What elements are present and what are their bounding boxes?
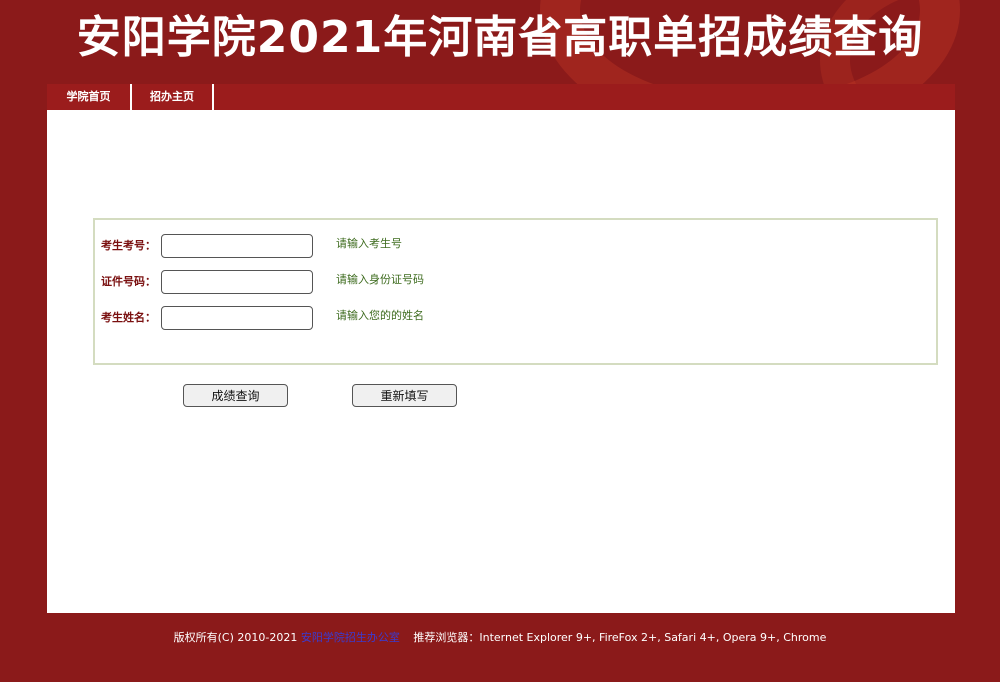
nav-bar: 学院首页 招办主页	[47, 84, 955, 110]
name-hint: 请输入您的的姓名	[336, 309, 424, 322]
name-input[interactable]	[161, 306, 313, 330]
id-number-input[interactable]	[161, 270, 313, 294]
nav-item-college-home[interactable]: 学院首页	[47, 84, 132, 110]
footer: 版权所有(C) 2010-2021 安阳学院招生办公室 推荐浏览器：Intern…	[0, 628, 1000, 648]
id-number-hint: 请输入身份证号码	[336, 273, 424, 286]
reset-form-button[interactable]: 重新填写	[352, 384, 457, 407]
main-content: 考生考号： 请输入考生号 证件号码： 请输入身份证号码 考生姓名： 请输入您的的…	[47, 110, 955, 613]
name-label: 考生姓名：	[101, 311, 156, 324]
page-title: 安阳学院2021年河南省高职单招成绩查询	[76, 12, 924, 63]
exam-number-hint: 请输入考生号	[336, 237, 402, 250]
form-row-exam-number: 考生考号： 请输入考生号	[95, 234, 936, 258]
copyright-text: 版权所有(C) 2010-2021	[173, 631, 298, 644]
id-number-label: 证件号码：	[101, 275, 156, 288]
exam-number-input[interactable]	[161, 234, 313, 258]
recommended-browsers-text: 推荐浏览器：Internet Explorer 9+, FireFox 2+, …	[413, 631, 827, 644]
header-banner: 安阳学院2021年河南省高职单招成绩查询	[0, 0, 1000, 84]
form-row-id-number: 证件号码： 请输入身份证号码	[95, 270, 936, 294]
form-row-name: 考生姓名： 请输入您的的姓名	[95, 306, 936, 330]
admissions-office-link[interactable]: 安阳学院招生办公室	[301, 631, 400, 644]
query-form: 考生考号： 请输入考生号 证件号码： 请输入身份证号码 考生姓名： 请输入您的的…	[93, 218, 938, 365]
exam-number-label: 考生考号：	[101, 239, 156, 252]
nav-item-admissions-home[interactable]: 招办主页	[132, 84, 214, 110]
query-score-button[interactable]: 成绩查询	[183, 384, 288, 407]
